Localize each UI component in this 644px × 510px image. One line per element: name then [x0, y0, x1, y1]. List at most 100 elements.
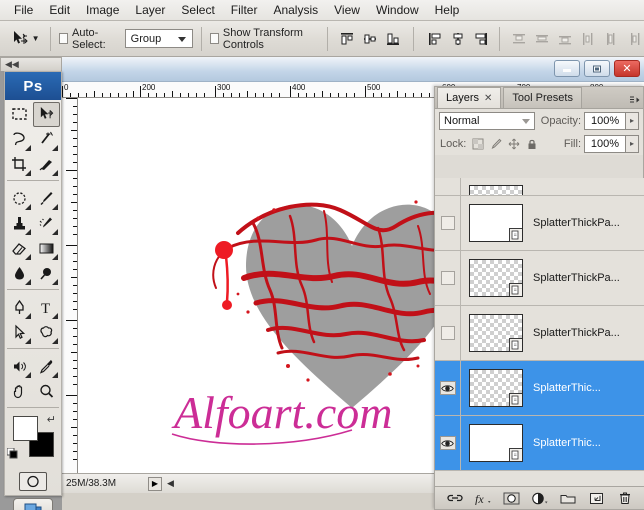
table-row[interactable]: SplatterThickPa... [435, 306, 644, 361]
align-bottom-edges-button[interactable] [382, 28, 403, 50]
align-horizontal-centers-button[interactable] [447, 28, 468, 50]
table-row[interactable]: SplatterThic... [435, 416, 644, 471]
layer-visibility-cell[interactable] [435, 178, 461, 195]
menu-select[interactable]: Select [173, 1, 222, 19]
new-group-button[interactable] [558, 489, 578, 507]
tool-path-selection[interactable] [6, 320, 33, 345]
tool-zoom[interactable] [33, 379, 60, 404]
distribute-vertical-centers-button[interactable] [531, 28, 552, 50]
close-icon[interactable]: ✕ [484, 93, 492, 104]
tool-eraser[interactable] [6, 236, 33, 261]
layer-thumbnail[interactable] [469, 314, 523, 352]
layer-thumbnail[interactable] [469, 369, 523, 407]
swap-colors-icon[interactable]: ↵ [47, 413, 56, 426]
tab-layers[interactable]: Layers ✕ [437, 87, 501, 108]
lock-transparent-pixels-button[interactable] [471, 137, 484, 150]
layer-thumbnail[interactable] [469, 424, 523, 462]
tool-magic-wand[interactable] [33, 127, 60, 152]
layer-visibility-cell[interactable] [435, 416, 461, 470]
menu-file[interactable]: File [6, 1, 41, 19]
quick-mask-button[interactable] [19, 472, 47, 491]
default-colors-icon[interactable] [7, 448, 19, 460]
tool-rectangular-marquee[interactable] [6, 102, 33, 127]
tool-brush[interactable] [33, 186, 60, 211]
document-title-bar[interactable]: ✕ [62, 57, 644, 82]
layer-name[interactable]: SplatterThickPa... [533, 327, 620, 339]
opacity-stepper[interactable]: ▸ [626, 112, 639, 130]
tool-dodge[interactable] [33, 261, 60, 286]
blend-mode-dropdown[interactable]: Normal [439, 112, 535, 130]
minimize-button[interactable] [554, 60, 580, 77]
menu-help[interactable]: Help [427, 1, 468, 19]
fill-stepper[interactable]: ▸ [626, 135, 639, 153]
scroll-left-arrow-icon[interactable]: ◀ [167, 478, 174, 489]
new-layer-button[interactable] [587, 489, 607, 507]
table-row[interactable]: SplatterThic... [435, 361, 644, 416]
distribute-right-edges-button[interactable] [623, 28, 644, 50]
toolbox-collapse-button[interactable]: ◀◀ [0, 57, 62, 71]
layer-visibility-cell[interactable] [435, 196, 461, 250]
distribute-top-edges-button[interactable] [508, 28, 529, 50]
layer-thumbnail[interactable] [469, 185, 523, 195]
layer-visibility-toggle[interactable] [440, 436, 456, 450]
restore-button[interactable] [584, 60, 610, 77]
opacity-input[interactable]: 100% [584, 112, 626, 130]
tool-audio-annotation[interactable] [6, 354, 33, 379]
panel-menu-button[interactable] [627, 92, 643, 108]
vertical-ruler[interactable] [62, 98, 78, 473]
tool-healing-brush[interactable] [6, 186, 33, 211]
layer-style-button[interactable]: fx [473, 489, 493, 507]
close-button[interactable]: ✕ [614, 60, 640, 77]
tool-hand[interactable] [6, 379, 33, 404]
layer-visibility-cell[interactable] [435, 251, 461, 305]
auto-select-checkbox[interactable] [59, 33, 68, 44]
tool-blur[interactable] [6, 261, 33, 286]
adjustment-layer-button[interactable] [530, 489, 550, 507]
current-tool-button[interactable]: ▼ [8, 24, 42, 54]
tool-gradient[interactable] [33, 236, 60, 261]
table-row[interactable]: SplatterThickPa... [435, 196, 644, 251]
distribute-horizontal-centers-button[interactable] [600, 28, 621, 50]
table-row[interactable]: SplatterThickPa... [435, 251, 644, 306]
align-top-edges-button[interactable] [336, 28, 357, 50]
layer-visibility-cell[interactable] [435, 306, 461, 360]
tool-custom-shape[interactable] [33, 320, 60, 345]
lock-image-pixels-button[interactable] [489, 137, 502, 150]
menu-analysis[interactable]: Analysis [265, 1, 326, 19]
menu-image[interactable]: Image [78, 1, 127, 19]
foreground-color-swatch[interactable] [13, 416, 38, 441]
menu-layer[interactable]: Layer [127, 1, 173, 19]
align-right-edges-button[interactable] [470, 28, 491, 50]
auto-select-dropdown[interactable]: Group [125, 29, 193, 48]
layer-list[interactable]: SplatterThickPa... [435, 178, 644, 488]
tool-move[interactable] [33, 102, 60, 127]
layer-name[interactable]: SplatterThic... [533, 437, 601, 449]
tool-lasso[interactable] [6, 127, 33, 152]
tool-pen[interactable] [6, 295, 33, 320]
lock-all-button[interactable] [525, 137, 538, 150]
tool-flyout-caret[interactable]: ▼ [32, 34, 40, 43]
menu-filter[interactable]: Filter [223, 1, 266, 19]
layer-thumbnail[interactable] [469, 204, 523, 242]
tab-tool-presets[interactable]: Tool Presets [503, 87, 582, 108]
layer-visibility-toggle[interactable] [440, 381, 456, 395]
layer-visibility-cell[interactable] [435, 361, 461, 415]
table-row[interactable] [435, 178, 644, 196]
show-transform-checkbox[interactable] [210, 33, 219, 44]
menu-window[interactable]: Window [368, 1, 427, 19]
align-left-edges-button[interactable] [424, 28, 445, 50]
distribute-bottom-edges-button[interactable] [554, 28, 575, 50]
align-vertical-centers-button[interactable] [359, 28, 380, 50]
screen-mode-button[interactable] [13, 498, 53, 510]
tool-history-brush[interactable] [33, 211, 60, 236]
layer-name[interactable]: SplatterThickPa... [533, 272, 620, 284]
lock-position-button[interactable] [507, 137, 520, 150]
menu-edit[interactable]: Edit [41, 1, 78, 19]
tool-eyedropper[interactable] [33, 354, 60, 379]
layer-name[interactable]: SplatterThickPa... [533, 217, 620, 229]
layer-visibility-checkbox[interactable] [441, 216, 455, 230]
tool-type[interactable]: T [33, 295, 60, 320]
tool-clone-stamp[interactable] [6, 211, 33, 236]
layer-name[interactable]: SplatterThic... [533, 382, 601, 394]
menu-view[interactable]: View [326, 1, 368, 19]
